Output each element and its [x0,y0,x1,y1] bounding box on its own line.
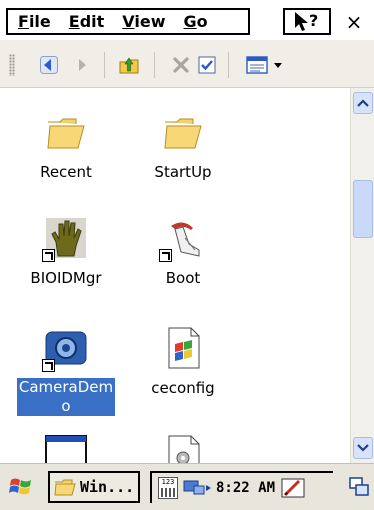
taskbar: Win... 123 8:22 AM [0,463,374,510]
file-list: Recent StartUp BIOIDMgr Boot CameraDem o… [0,88,350,463]
back-button[interactable] [38,54,60,76]
file-label: Boot [165,269,201,287]
scroll-up-button[interactable] [353,92,373,114]
chevron-down-icon [357,444,369,452]
views-icon [246,56,268,74]
forward-button[interactable] [70,54,92,76]
menu-group: File Edit View Go [6,8,250,35]
file-item-startup[interactable]: StartUp [129,110,237,182]
vertical-scrollbar[interactable] [350,88,374,463]
file-label: StartUp [154,163,212,181]
pen-input-icon[interactable] [281,477,305,499]
toolbar-separator [228,52,229,78]
help-button[interactable]: ? [283,8,331,35]
file-item-camerademo[interactable]: CameraDem o [12,326,120,416]
task-button-label: Win... [80,478,135,496]
camera-icon [42,326,88,372]
chevron-up-icon [357,99,369,107]
forward-icon [79,59,86,71]
folder-icon [44,110,88,154]
file-item-bioidmgr[interactable]: BIOIDMgr [12,216,120,288]
file-label: CameraDem o [16,378,116,416]
file-item-partial[interactable] [129,434,237,463]
folder-icon [161,110,205,154]
chevron-down-icon [274,63,282,68]
file-label: ceconfig [151,379,215,397]
delete-button[interactable] [170,54,192,76]
file-label: Recent [40,163,92,181]
menu-bar: File Edit View Go ? × [0,0,374,40]
config-file-icon [161,326,205,370]
shortcut-overlay-icon [42,359,55,372]
clock[interactable]: 8:22 AM [216,480,275,496]
shortcut-overlay-icon [159,249,172,262]
settings-file-icon [161,434,205,463]
folder-icon [54,479,76,496]
properties-button[interactable] [196,54,218,76]
system-tray: 123 8:22 AM [150,471,333,503]
toolbar [0,40,374,88]
toolbar-grip[interactable] [9,54,15,76]
file-item-ceconfig[interactable]: ceconfig [129,326,237,398]
windows-flag-icon [9,478,31,495]
desktop-switch-icon[interactable] [348,476,370,498]
delete-icon [173,57,189,73]
close-button[interactable]: × [340,8,368,35]
menu-edit[interactable]: Edit [69,12,105,31]
whats-this-help-icon: ? [295,11,318,31]
scrollbar-thumb[interactable] [353,180,373,238]
file-item-recent[interactable]: Recent [12,110,120,182]
svg-text:?: ? [309,11,318,30]
start-button[interactable] [8,474,34,500]
network-icon[interactable] [182,477,212,499]
shortcut-overlay-icon [42,249,55,262]
input-panel-icon[interactable]: 123 [158,477,178,499]
toolbar-separator [104,52,105,78]
views-button[interactable] [246,54,290,76]
menu-go[interactable]: Go [184,12,208,31]
up-folder-icon [119,57,139,74]
close-icon: × [345,9,363,34]
hand-icon [42,216,88,262]
file-item-boot[interactable]: Boot [129,216,237,288]
file-label: BIOIDMgr [30,269,102,287]
menu-view[interactable]: View [122,12,165,31]
properties-icon [198,56,216,74]
file-item-partial[interactable] [12,434,120,463]
menu-file[interactable]: File [18,12,51,31]
task-button-windows[interactable]: Win... [48,471,140,503]
toolbar-separator [154,52,155,78]
back-icon [40,56,58,74]
scroll-down-button[interactable] [353,437,373,459]
window-icon [44,434,88,463]
up-folder-button[interactable] [118,54,140,76]
boot-icon [159,216,205,262]
